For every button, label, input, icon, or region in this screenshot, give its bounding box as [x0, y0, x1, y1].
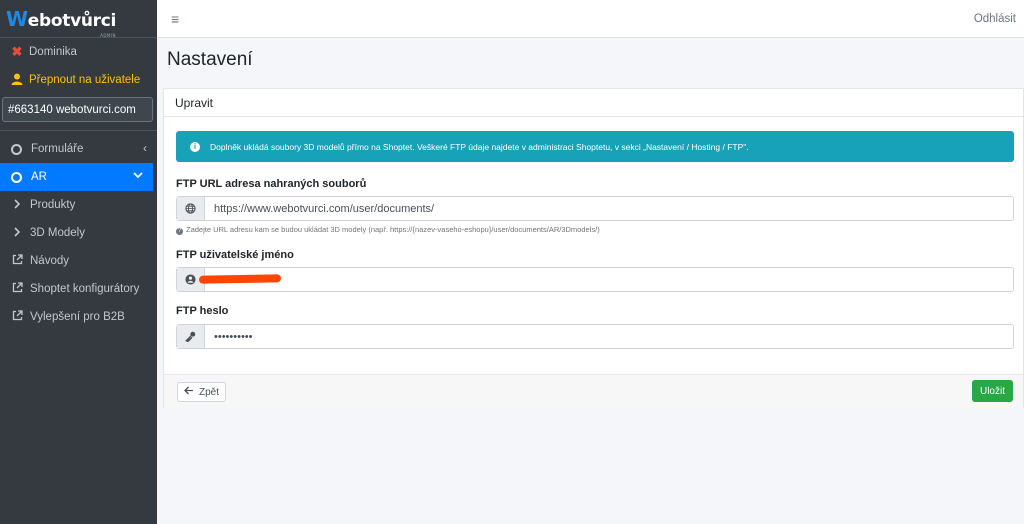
chevron-down-icon [133, 169, 143, 183]
sidebar-item-label: Formuláře [31, 143, 84, 155]
sidebar-item-formulare[interactable]: Formuláře ‹ [0, 135, 157, 163]
arrow-left-icon [184, 386, 194, 398]
info-alert: i Doplněk ukládá soubory 3D modelů přímo… [176, 131, 1014, 162]
tools-icon: ✖ [11, 44, 23, 59]
shop-selector[interactable]: #663140 webotvurci.com [2, 97, 153, 122]
sidebar-item-label: Shoptet konfigurátory [30, 283, 140, 295]
topbar: ≡ Odhlásit [157, 0, 1024, 38]
sidebar: Webotvůrci ADMIN ✖ Dominika Přepnout na … [0, 0, 157, 524]
ftp-password-input[interactable]: •••••••••• [205, 325, 1013, 348]
brand[interactable]: Webotvůrci ADMIN [0, 0, 157, 38]
chevron-left-icon: ‹ [143, 141, 147, 155]
current-user-name: Dominika [29, 46, 77, 58]
chevron-right-icon [10, 226, 24, 240]
card-header: Upravit [164, 89, 1023, 117]
ftp-url-label: FTP URL adresa nahraných souborů [176, 178, 367, 190]
back-button[interactable]: Zpět [177, 382, 227, 402]
sidebar-item-produkty[interactable]: Produkty [0, 191, 157, 219]
settings-card: Upravit i Doplněk ukládá soubory 3D mode… [163, 88, 1024, 408]
current-user[interactable]: ✖ Dominika [0, 38, 157, 66]
sidebar-item-label: Návody [30, 255, 69, 267]
user-icon [10, 73, 24, 88]
ftp-url-field[interactable]: https://www.webotvurci.com/user/document… [176, 196, 1014, 221]
sidebar-item-navody[interactable]: Návody [0, 247, 157, 275]
external-link-icon [10, 254, 24, 268]
sidebar-item-label: Vylepšení pro B2B [30, 311, 125, 323]
sidebar-item-label: AR [31, 171, 47, 183]
question-icon: ? [176, 228, 183, 235]
key-icon [177, 325, 205, 348]
save-button[interactable]: Uložit [971, 380, 1013, 402]
brand-logo-sub: ADMIN [100, 32, 117, 38]
sidebar-item-ar[interactable]: AR [0, 163, 153, 191]
logout-link[interactable]: Odhlásit [974, 13, 1016, 25]
ftp-user-input[interactable] [205, 268, 1013, 291]
ftp-url-hint-text: Zadejte URL adresu kam se budou ukládat … [186, 225, 600, 234]
circle-icon [11, 143, 22, 155]
redaction-mark [198, 274, 282, 284]
sidebar-item-3d-modely[interactable]: 3D Modely [0, 219, 157, 247]
sidebar-item-vylepseni-b2b[interactable]: Vylepšení pro B2B [0, 303, 157, 331]
sidebar-item-label: Produkty [30, 199, 76, 211]
sidebar-item-label: 3D Modely [30, 227, 85, 239]
external-link-icon [10, 282, 24, 296]
hamburger-menu-icon[interactable]: ≡ [171, 11, 179, 27]
ftp-url-input[interactable]: https://www.webotvurci.com/user/document… [205, 197, 1013, 220]
ftp-url-hint: ? Zadejte URL adresu kam se budou ukládat… [176, 225, 600, 235]
ftp-user-label: FTP uživatelské jméno [176, 249, 294, 261]
info-icon: i [190, 141, 200, 152]
switch-user-link[interactable]: Přepnout na uživatele [0, 66, 157, 94]
circle-icon [11, 171, 22, 183]
brand-logo[interactable]: Webotvůrci ADMIN [6, 6, 117, 38]
ftp-password-field[interactable]: •••••••••• [176, 324, 1014, 349]
ftp-user-field[interactable] [176, 267, 1014, 292]
page-title: Nastavení [167, 49, 253, 70]
brand-logo-w: W [6, 6, 28, 31]
ftp-password-label: FTP heslo [176, 305, 229, 317]
sidebar-divider [0, 130, 157, 131]
back-button-label: Zpět [199, 386, 220, 398]
sidebar-item-shoptet-konfiguratory[interactable]: Shoptet konfigurátory [0, 275, 157, 303]
brand-logo-text: ebotvůrci [27, 10, 117, 31]
info-alert-text: Doplněk ukládá soubory 3D modelů přímo n… [210, 141, 749, 152]
external-link-icon [10, 310, 24, 324]
card-footer: Zpět Uložit [164, 374, 1023, 408]
globe-icon [177, 197, 205, 220]
switch-user-label: Přepnout na uživatele [29, 74, 141, 86]
chevron-right-icon [10, 198, 24, 212]
